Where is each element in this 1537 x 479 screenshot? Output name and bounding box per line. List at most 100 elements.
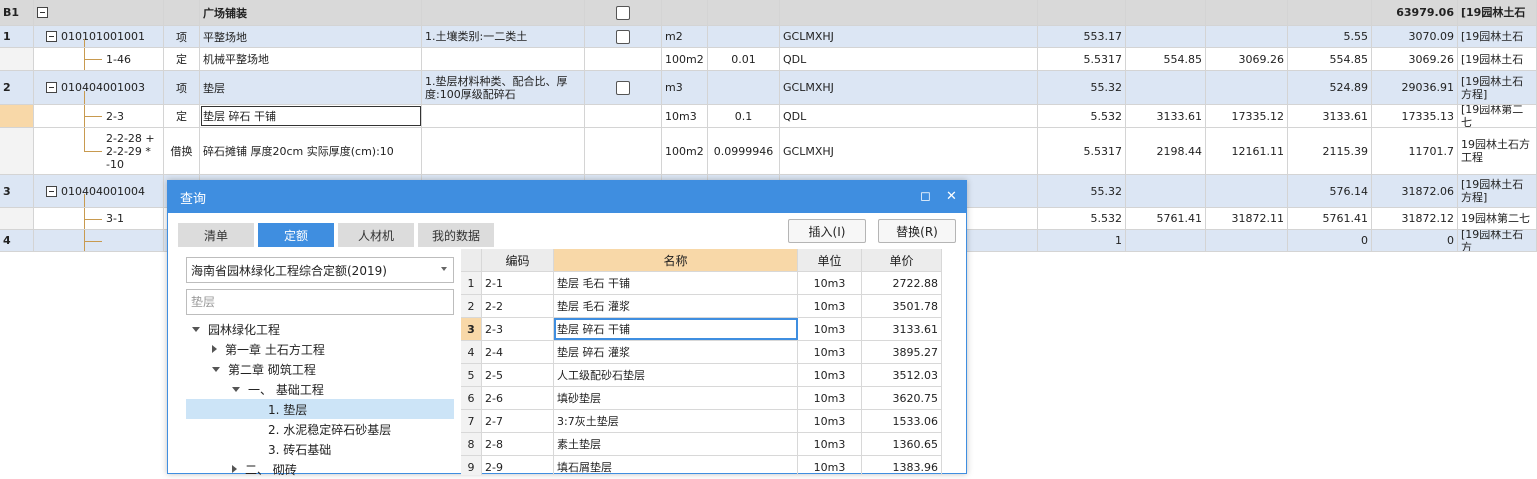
unit-cell[interactable]	[662, 0, 708, 25]
expr-cell[interactable]: QDL	[780, 105, 1038, 127]
grid-row[interactable]: 5 2-5 人工级配砂石垫层 10m3 3512.03	[461, 364, 942, 387]
v3-cell[interactable]	[1206, 175, 1288, 207]
grid-code-cell[interactable]: 2-6	[482, 387, 554, 409]
v5-cell[interactable]: 3070.09	[1372, 26, 1458, 47]
idx-cell[interactable]	[0, 105, 34, 127]
grid-code-cell[interactable]: 2-5	[482, 364, 554, 386]
tab-my-data[interactable]: 我的数据	[418, 223, 494, 247]
grid-row[interactable]: 7 2-7 3:7灰土垫层 10m3 1533.06	[461, 410, 942, 433]
v2-cell[interactable]: 2198.44	[1126, 128, 1206, 174]
idx-cell[interactable]: 1	[0, 26, 34, 47]
unit-cell[interactable]: 10m3	[662, 105, 708, 127]
grid-price-cell[interactable]: 1383.96	[862, 456, 942, 475]
unit-cell[interactable]: m2	[662, 26, 708, 47]
grid-n-cell[interactable]: 8	[461, 433, 482, 455]
grid-row[interactable]: 6 2-6 填砂垫层 10m3 3620.75	[461, 387, 942, 410]
grid-row[interactable]: 9 2-9 填石屑垫层 10m3 1383.96	[461, 456, 942, 475]
caret-down-icon[interactable]	[232, 386, 240, 392]
v1-cell[interactable]: 5.5317	[1038, 48, 1126, 70]
row-checkbox[interactable]	[616, 5, 630, 20]
v4-cell[interactable]	[1288, 0, 1372, 25]
grid-code-cell[interactable]: 2-3	[482, 318, 554, 340]
v6-cell[interactable]: [19园林第二七	[1458, 105, 1537, 127]
grid-n-cell[interactable]: 3	[461, 318, 482, 340]
v1-cell[interactable]: 55.32	[1038, 71, 1126, 104]
v2-cell[interactable]	[1126, 71, 1206, 104]
table-row[interactable]: 2-3 定 垫层 碎石 干铺 10m3 0.1 QDL 5.532 3133.61 17335.…	[0, 105, 1537, 128]
grid-header-cell[interactable]: 名称	[554, 249, 798, 271]
grid-name-cell[interactable]: 3:7灰土垫层	[554, 410, 798, 432]
name-cell[interactable]: 垫层	[200, 71, 422, 104]
grid-n-cell[interactable]: 2	[461, 295, 482, 317]
grid-name-cell[interactable]: 人工级配砂石垫层	[554, 364, 798, 386]
tree-node[interactable]: 一、 基础工程	[186, 379, 454, 399]
v6-cell[interactable]: [19园林土石方	[1458, 230, 1537, 251]
grid-name-cell[interactable]: 垫层 毛石 干铺	[554, 272, 798, 294]
v4-cell[interactable]: 0	[1288, 230, 1372, 251]
grid-row[interactable]: 2 2-2 垫层 毛石 灌浆 10m3 3501.78	[461, 295, 942, 318]
checkbox-cell[interactable]	[585, 48, 662, 70]
table-row[interactable]: 1 010101001001 项 平整场地 1.土壤类别:一二类土 m2 GCLMXHJ 55…	[0, 26, 1537, 48]
grid-code-cell[interactable]: 2-4	[482, 341, 554, 363]
grid-unit-cell[interactable]: 10m3	[798, 341, 862, 363]
expr-cell[interactable]: GCLMXHJ	[780, 71, 1038, 104]
grid-row[interactable]: 8 2-8 素土垫层 10m3 1360.65	[461, 433, 942, 456]
v6-cell[interactable]: 19园林第二七	[1458, 208, 1537, 229]
v6-cell[interactable]: [19园林土石	[1458, 26, 1537, 47]
code-cell[interactable]: 2-3	[34, 105, 164, 127]
qty-cell[interactable]: 0.01	[708, 48, 780, 70]
grid-unit-cell[interactable]: 10m3	[798, 433, 862, 455]
table-row[interactable]: 2-2-28 + 2-2-29 * -10 借换 碎石摊铺 厚度20cm 实际厚度(…	[0, 128, 1537, 175]
name-cell[interactable]: 碎石摊铺 厚度20cm 实际厚度(cm):10	[200, 128, 422, 174]
collapse-icon[interactable]	[46, 31, 57, 42]
idx-cell[interactable]: 3	[0, 175, 34, 207]
tab-bill[interactable]: 清单	[178, 223, 254, 247]
checkbox-cell[interactable]	[585, 26, 662, 47]
grid-n-cell[interactable]: 7	[461, 410, 482, 432]
grid-header-cell[interactable]: 单位	[798, 249, 862, 271]
v2-cell[interactable]	[1126, 230, 1206, 251]
caret-right-icon[interactable]	[232, 465, 237, 473]
code-cell[interactable]: 010404001003	[34, 71, 164, 104]
v4-cell[interactable]: 2115.39	[1288, 128, 1372, 174]
expr-cell[interactable]: QDL	[780, 48, 1038, 70]
v2-cell[interactable]: 554.85	[1126, 48, 1206, 70]
collapse-icon[interactable]	[37, 7, 48, 18]
grid-n-cell[interactable]: 1	[461, 272, 482, 294]
v4-cell[interactable]: 5.55	[1288, 26, 1372, 47]
grid-n-cell[interactable]: 5	[461, 364, 482, 386]
grid-price-cell[interactable]: 3620.75	[862, 387, 942, 409]
v1-cell[interactable]	[1038, 0, 1126, 25]
collapse-icon[interactable]	[46, 185, 57, 197]
grid-unit-cell[interactable]: 10m3	[798, 272, 862, 294]
qty-cell[interactable]: 0.1	[708, 105, 780, 127]
v3-cell[interactable]: 31872.11	[1206, 208, 1288, 229]
checkbox-cell[interactable]	[585, 105, 662, 127]
code-cell[interactable]	[34, 230, 164, 251]
grid-code-cell[interactable]: 2-9	[482, 456, 554, 475]
v3-cell[interactable]	[1206, 26, 1288, 47]
table-row[interactable]: B1 广场铺装 63979.06 [19园林土石	[0, 0, 1537, 26]
type-cell[interactable]	[164, 0, 200, 25]
grid-unit-cell[interactable]: 10m3	[798, 387, 862, 409]
code-cell[interactable]	[34, 0, 164, 25]
grid-unit-cell[interactable]: 10m3	[798, 410, 862, 432]
v3-cell[interactable]	[1206, 0, 1288, 25]
insert-button[interactable]: 插入(I)	[788, 219, 866, 243]
grid-price-cell[interactable]: 1360.65	[862, 433, 942, 455]
idx-cell[interactable]	[0, 208, 34, 229]
v3-cell[interactable]	[1206, 71, 1288, 104]
feature-cell[interactable]	[422, 128, 585, 174]
tree-node[interactable]: 1. 垫层	[186, 399, 454, 419]
tree-node[interactable]: 2. 水泥稳定碎石砂基层	[186, 419, 454, 439]
grid-price-cell[interactable]: 3895.27	[862, 341, 942, 363]
v4-cell[interactable]: 5761.41	[1288, 208, 1372, 229]
maximize-icon[interactable]: ◻	[920, 189, 931, 204]
tree-node[interactable]: 二、 砌砖	[186, 459, 454, 479]
v5-cell[interactable]: 3069.26	[1372, 48, 1458, 70]
code-cell[interactable]: 010101001001	[34, 26, 164, 47]
v1-cell[interactable]: 55.32	[1038, 175, 1126, 207]
v3-cell[interactable]: 3069.26	[1206, 48, 1288, 70]
tree-node[interactable]: 园林绿化工程	[186, 319, 454, 339]
v2-cell[interactable]: 5761.41	[1126, 208, 1206, 229]
